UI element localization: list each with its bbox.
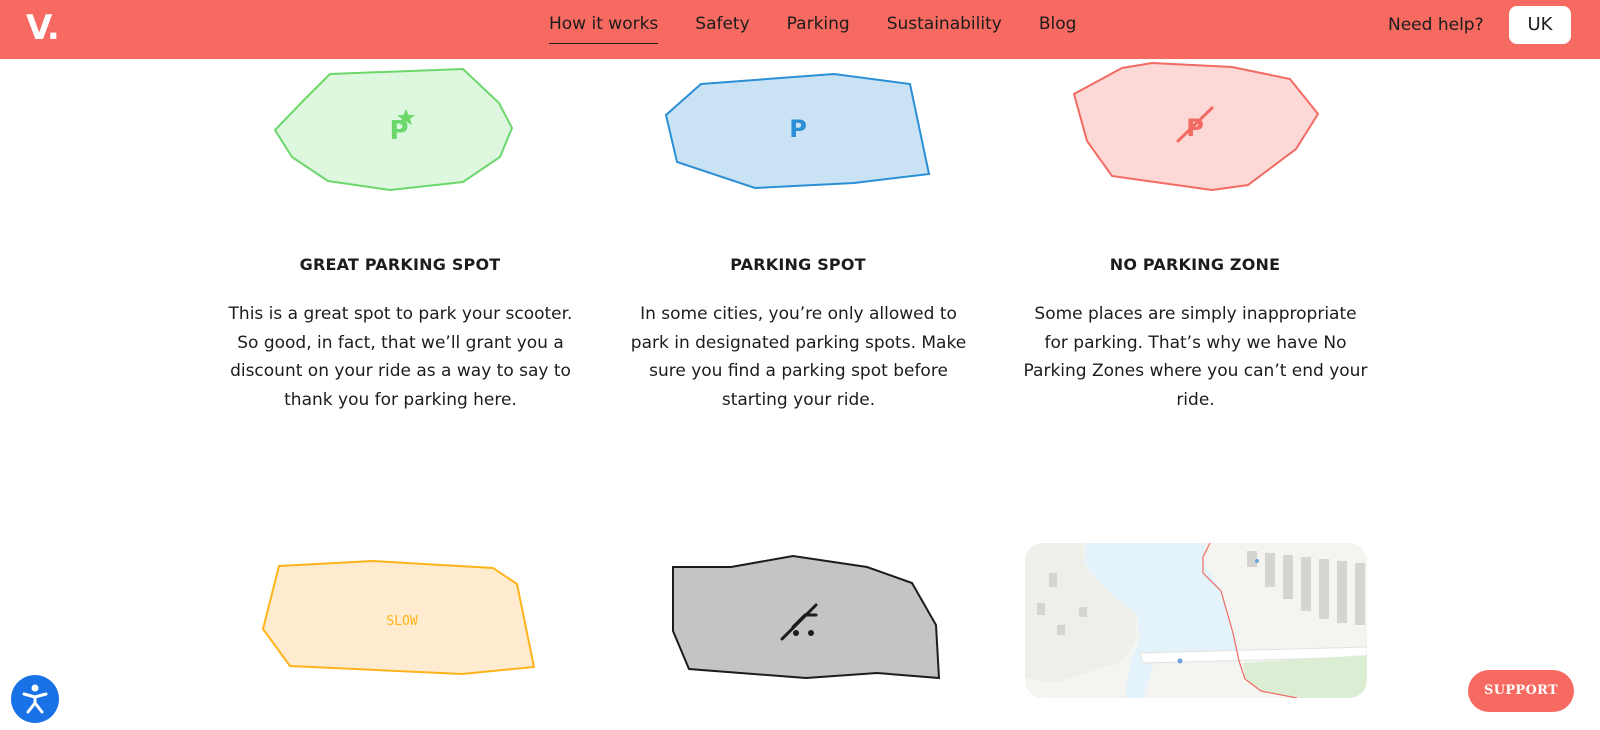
- accessibility-icon: [22, 684, 48, 714]
- nav-blog[interactable]: Blog: [1027, 12, 1089, 42]
- language-selector-button[interactable]: UK: [1509, 6, 1571, 44]
- zone-title-parking: PARKING SPOT: [730, 255, 866, 274]
- need-help-link[interactable]: Need help?: [1388, 13, 1484, 37]
- no-riding-zone-shape: [671, 555, 945, 681]
- map-preview: [1025, 543, 1367, 698]
- brand-logo[interactable]: V.: [26, 8, 60, 48]
- parking-icon: P: [789, 115, 807, 143]
- zone-desc-great-parking: This is a great spot to park your scoote…: [228, 304, 573, 410]
- parking-zone-shape: P: [664, 72, 932, 192]
- zone-title-great-parking: GREAT PARKING SPOT: [299, 255, 501, 274]
- slow-zone-shape: SLOW: [261, 560, 535, 678]
- slow-zone-icon: SLOW: [386, 614, 417, 629]
- map-preview-icon: [1025, 543, 1367, 698]
- zone-desc-no-parking: Some places are simply inappropriate for…: [1023, 304, 1368, 410]
- nav-sustainability[interactable]: Sustainability: [875, 12, 1014, 42]
- support-button[interactable]: SUPPORT: [1468, 670, 1574, 712]
- nav-safety[interactable]: Safety: [683, 12, 761, 42]
- great-parking-zone-shape: P: [273, 67, 513, 193]
- zone-desc-parking: In some cities, you’re only allowed to p…: [630, 304, 967, 410]
- accessibility-button[interactable]: [11, 675, 59, 723]
- no-parking-zone-shape: P: [1072, 62, 1320, 192]
- top-navigation-bar: V. How it works Safety Parking Sustainab…: [0, 0, 1600, 59]
- zone-title-no-parking: NO PARKING ZONE: [1109, 255, 1281, 274]
- nav-how-it-works[interactable]: How it works: [537, 12, 670, 44]
- nav-parking[interactable]: Parking: [775, 12, 862, 42]
- main-nav: How it works Safety Parking Sustainabili…: [537, 12, 1089, 44]
